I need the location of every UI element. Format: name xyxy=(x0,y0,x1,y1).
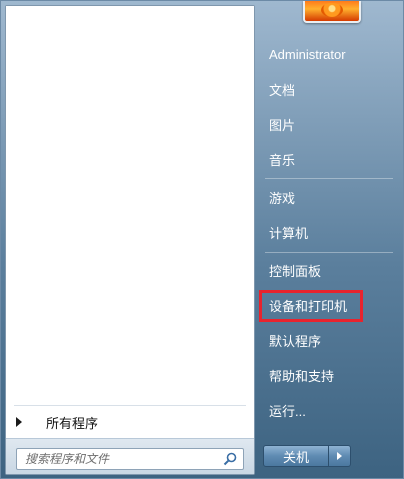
user-name: Administrator xyxy=(269,46,346,62)
default-programs-link[interactable]: 默认程序 xyxy=(263,327,393,353)
search-icon[interactable] xyxy=(223,452,237,466)
documents-label: 文档 xyxy=(269,82,296,98)
pictures-label: 图片 xyxy=(269,117,296,133)
search-input[interactable] xyxy=(25,452,205,466)
help-and-support-link[interactable]: 帮助和支持 xyxy=(263,362,393,388)
control-panel-link[interactable]: 控制面板 xyxy=(263,257,393,283)
pictures-link[interactable]: 图片 xyxy=(263,111,393,137)
computer-label: 计算机 xyxy=(269,225,309,241)
right-divider xyxy=(265,252,393,253)
chevron-right-icon xyxy=(337,452,342,460)
start-menu: 所有程序 Administrator 文档 图片 音乐 xyxy=(0,0,404,479)
shutdown-label: 关机 xyxy=(282,449,309,465)
user-avatar[interactable] xyxy=(303,1,361,23)
music-label: 音乐 xyxy=(269,152,296,168)
all-programs-button[interactable]: 所有程序 xyxy=(14,410,246,434)
user-folder-link[interactable]: Administrator xyxy=(263,41,393,67)
arrow-right-icon xyxy=(16,417,22,427)
all-programs-label: 所有程序 xyxy=(46,415,99,431)
help-and-support-label: 帮助和支持 xyxy=(269,368,335,384)
pinned-programs-list xyxy=(6,6,254,404)
programs-divider xyxy=(14,405,246,406)
games-label: 游戏 xyxy=(269,190,296,206)
right-divider xyxy=(265,178,393,179)
control-panel-label: 控制面板 xyxy=(269,263,322,279)
run-link[interactable]: 运行... xyxy=(263,397,393,423)
run-label: 运行... xyxy=(269,403,306,419)
shutdown-group: 关机 xyxy=(263,445,351,467)
shutdown-options-button[interactable] xyxy=(329,445,351,467)
games-link[interactable]: 游戏 xyxy=(263,184,393,210)
programs-panel: 所有程序 xyxy=(5,5,255,475)
devices-and-printers-label: 设备和打印机 xyxy=(269,298,348,314)
flower-picture-icon xyxy=(321,3,343,17)
default-programs-label: 默认程序 xyxy=(269,333,322,349)
search-box[interactable] xyxy=(16,448,244,470)
documents-link[interactable]: 文档 xyxy=(263,76,393,102)
shutdown-button[interactable]: 关机 xyxy=(263,445,329,467)
computer-link[interactable]: 计算机 xyxy=(263,219,393,245)
devices-and-printers-link[interactable]: 设备和打印机 xyxy=(263,292,393,318)
search-strip xyxy=(6,438,254,474)
music-link[interactable]: 音乐 xyxy=(263,146,393,172)
